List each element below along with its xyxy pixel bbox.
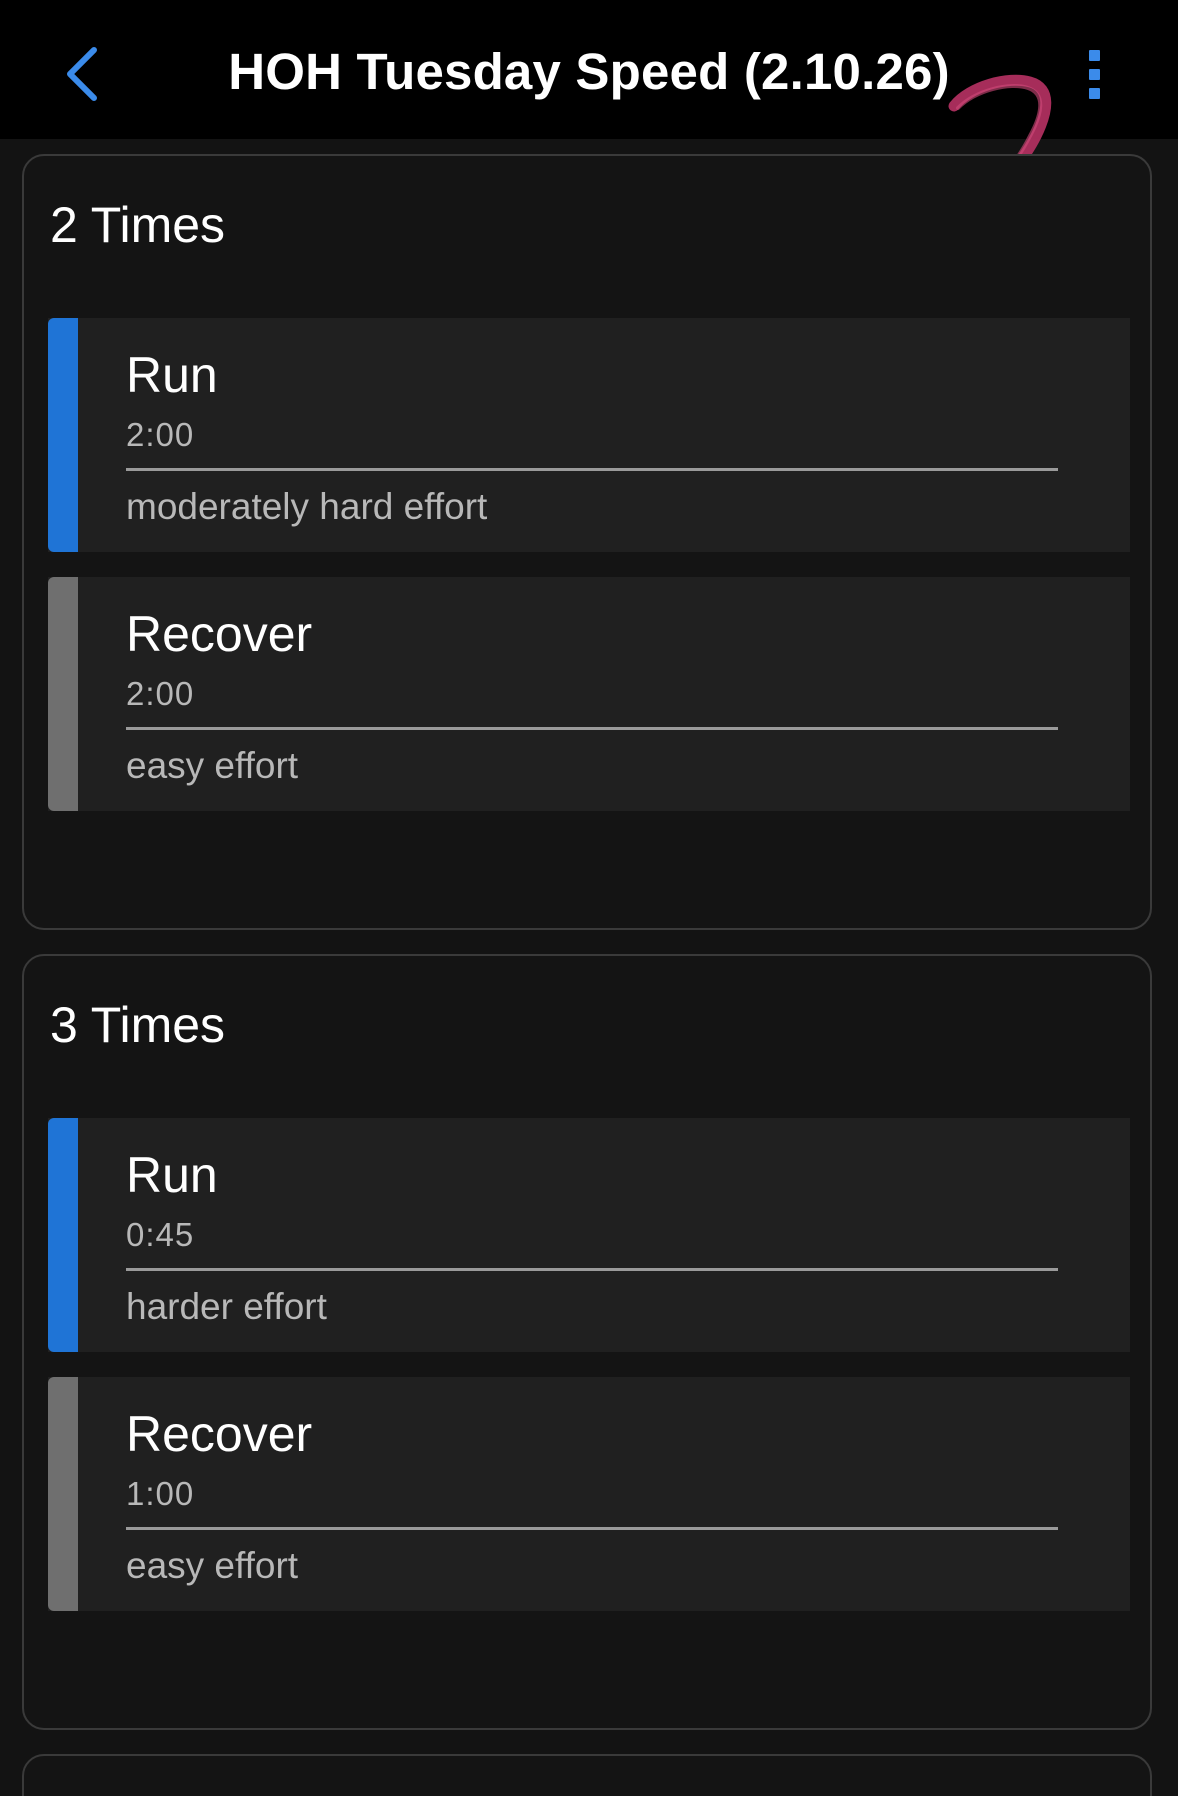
repeat-group-title: 3 Times [50,997,226,1053]
repeat-group [22,1754,1152,1796]
chevron-left-icon [67,47,97,101]
top-app-bar: HOH Tuesday Speed (2.10.26) [0,0,1178,139]
step-name: Recover [126,606,313,662]
step-note: moderately hard effort [126,486,488,527]
back-button[interactable] [52,36,112,112]
more-vertical-icon-dot [1088,68,1100,80]
repeat-group-title: 2 Times [50,197,226,253]
step-name: Recover [126,1406,313,1462]
workout-step[interactable]: Recover 2:00 easy effort [48,577,1130,811]
more-vertical-icon-dot [1088,87,1100,99]
divider [126,1527,1058,1530]
page-title: HOH Tuesday Speed (2.10.26) [228,43,950,100]
divider [126,1268,1058,1271]
step-type-stripe [48,1377,78,1611]
step-type-stripe [48,1118,78,1352]
step-duration: 1:00 [126,1475,195,1512]
step-note: easy effort [126,745,299,786]
step-type-stripe [48,577,78,811]
step-note: harder effort [126,1286,327,1327]
more-options-button[interactable] [1070,36,1118,112]
step-name: Run [126,347,218,403]
more-vertical-icon [1088,49,1100,61]
step-name: Run [126,1147,218,1203]
step-note: easy effort [126,1545,299,1586]
repeat-group: 3 Times Run 0:45 harder effort Recover 1… [22,954,1152,1730]
divider [126,468,1058,471]
workout-step[interactable]: Recover 1:00 easy effort [48,1377,1130,1611]
workout-step[interactable]: Run 2:00 moderately hard effort [48,318,1130,552]
step-duration: 2:00 [126,675,195,712]
divider [126,727,1058,730]
workout-detail-screen: HOH Tuesday Speed (2.10.26) 2 Times Run … [0,0,1178,1796]
repeat-group: 2 Times Run 2:00 moderately hard effort … [22,154,1152,930]
step-type-stripe [48,318,78,552]
workout-step[interactable]: Run 0:45 harder effort [48,1118,1130,1352]
step-duration: 0:45 [126,1216,195,1253]
step-duration: 2:00 [126,416,195,453]
